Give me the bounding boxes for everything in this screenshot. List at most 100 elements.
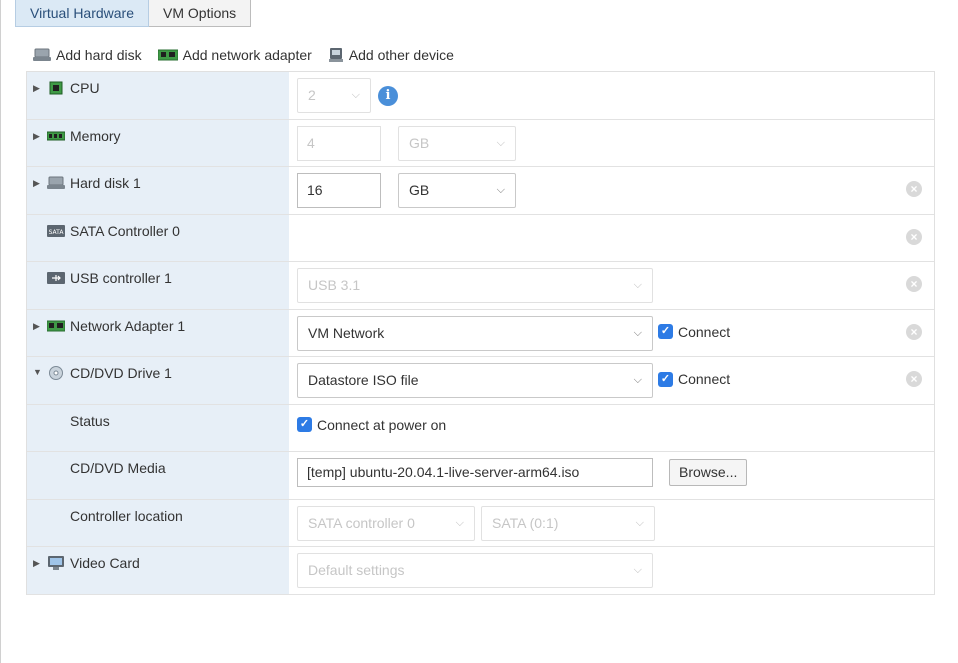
usb-label: USB controller 1 [70, 270, 172, 286]
usb-controller-row: USB controller 1 USB 3.1 ⌵ × [27, 262, 934, 310]
chevron-down-icon: ⌵ [633, 326, 642, 339]
remove-network-button[interactable]: × [906, 323, 922, 340]
memory-unit-select[interactable]: GB ⌵ [398, 125, 516, 161]
memory-row: ▶ Memory 4 GB ⌵ [27, 119, 934, 167]
connect-at-power-on-label: Connect at power on [317, 416, 447, 433]
cd-dvd-icon [49, 366, 63, 380]
controller-select-value: SATA controller 0 [308, 514, 415, 531]
media-label: CD/DVD Media [70, 460, 166, 476]
video-settings-value: Default settings [308, 562, 405, 578]
iso-path-input[interactable]: [temp] ubuntu-20.04.1-live-server-arm64.… [297, 458, 653, 487]
connect-at-power-on-checkbox[interactable]: ✓ Connect at power on [297, 417, 446, 433]
info-icon[interactable]: i [378, 86, 398, 106]
network-value-cell: VM Network ⌵ ✓ Connect × [289, 309, 934, 356]
sata-label: SATA Controller 0 [70, 222, 180, 239]
svg-text:SATA: SATA [49, 229, 65, 236]
media-value-cell: [temp] ubuntu-20.04.1-live-server-arm64.… [289, 452, 934, 499]
network-card-icon [157, 49, 178, 61]
cpu-row: ▶ CPU 2 ⌵ i [27, 72, 934, 120]
browse-button[interactable]: Browse... [669, 459, 748, 486]
network-card-icon [47, 320, 65, 331]
expand-caret-icon[interactable]: ▶ [33, 321, 40, 332]
chevron-down-icon: ⌵ [633, 279, 642, 291]
remove-cddvd-button[interactable]: × [906, 371, 922, 387]
hard-disk-icon [33, 48, 51, 61]
checkbox-checked-icon: ✓ [658, 324, 673, 339]
chevron-down-icon: ⌵ [496, 136, 505, 149]
usb-label-cell: USB controller 1 [27, 262, 289, 309]
media-label-cell: CD/DVD Media [27, 452, 289, 499]
cpu-label: CPU [70, 80, 100, 96]
usb-version-value: USB 3.1 [308, 277, 361, 293]
status-row: Status ✓ Connect at power on [27, 404, 934, 452]
memory-label-cell: ▶ Memory [27, 119, 289, 166]
hard-disk-unit-value: GB [409, 182, 430, 198]
remove-hard-disk-button[interactable]: × [906, 181, 922, 197]
sata-controller-row: SATA SATA Controller 0 × [27, 214, 934, 262]
hard-disk-row: ▶ Hard disk 1 16 GB ⌵ × [27, 167, 934, 215]
chevron-down-icon: ⌵ [633, 564, 642, 576]
controller-location-label: Controller location [70, 507, 183, 524]
expand-caret-icon[interactable]: ▶ [33, 178, 40, 189]
device-icon [328, 48, 343, 62]
checkbox-checked-icon: ✓ [297, 417, 312, 432]
usb-value-cell: USB 3.1 ⌵ × [289, 262, 934, 309]
expand-caret-icon[interactable]: ▶ [33, 83, 40, 94]
memory-input[interactable]: 4 [297, 125, 381, 161]
network-select[interactable]: VM Network ⌵ [297, 315, 653, 351]
memory-unit-value: GB [409, 134, 430, 151]
cddvd-label: CD/DVD Drive 1 [70, 365, 172, 381]
network-connect-checkbox[interactable]: ✓ Connect [658, 324, 730, 340]
checkbox-checked-icon: ✓ [658, 371, 673, 387]
cpu-select[interactable]: 2 ⌵ [297, 78, 371, 113]
memory-icon [47, 131, 65, 140]
cddvd-connect-checkbox[interactable]: ✓ Connect [658, 371, 730, 387]
hard-disk-label: Hard disk 1 [70, 175, 141, 191]
controller-slot-select[interactable]: SATA (0:1) ⌵ [481, 505, 655, 541]
controller-select[interactable]: SATA controller 0 ⌵ [297, 505, 475, 541]
video-value-cell: Default settings ⌵ [289, 547, 934, 594]
cpu-label-cell: ▶ CPU [27, 72, 289, 119]
add-other-device-label: Add other device [348, 47, 454, 63]
hard-disk-value-cell: 16 GB ⌵ × [289, 167, 934, 214]
cddvd-type-select[interactable]: Datastore ISO file ⌵ [297, 363, 653, 398]
chevron-down-icon: ⌵ [455, 516, 464, 529]
usb-version-select[interactable]: USB 3.1 ⌵ [297, 268, 653, 303]
controller-location-row: Controller location SATA controller 0 ⌵ … [27, 499, 934, 547]
add-network-adapter-button[interactable]: Add network adapter [157, 47, 312, 63]
usb-icon [47, 272, 65, 284]
hard-disk-size-input[interactable]: 16 [297, 173, 381, 208]
chevron-down-icon: ⌵ [496, 184, 505, 196]
video-settings-select[interactable]: Default settings ⌵ [297, 553, 653, 588]
tab-bar: Virtual Hardware VM Options [15, 0, 252, 28]
hard-disk-icon [47, 176, 65, 189]
collapse-caret-icon[interactable]: ▼ [33, 367, 42, 377]
network-label-cell: ▶ Network Adapter 1 [27, 309, 289, 356]
expand-caret-icon[interactable]: ▶ [33, 558, 40, 569]
cddvd-value-cell: Datastore ISO file ⌵ ✓ Connect × [289, 357, 934, 404]
sata-label-cell: SATA SATA Controller 0 [27, 214, 289, 261]
chevron-down-icon: ⌵ [351, 89, 360, 101]
tab-vm-options[interactable]: VM Options [149, 0, 252, 27]
tab-virtual-hardware[interactable]: Virtual Hardware [15, 0, 150, 27]
window-left-border [0, 0, 1, 663]
remove-sata-button[interactable]: × [906, 228, 922, 245]
network-select-value: VM Network [308, 324, 385, 341]
status-label-cell: Status [27, 404, 289, 451]
add-hard-disk-label: Add hard disk [56, 47, 142, 63]
cpu-value-cell: 2 ⌵ i [289, 72, 934, 119]
memory-label: Memory [70, 127, 121, 144]
video-label-cell: ▶ Video Card [27, 547, 289, 594]
hard-disk-unit-select[interactable]: GB ⌵ [398, 173, 516, 208]
chevron-down-icon: ⌵ [633, 374, 642, 386]
remove-usb-button[interactable]: × [906, 276, 922, 292]
sata-icon: SATA [47, 224, 65, 237]
add-hard-disk-button[interactable]: Add hard disk [33, 47, 142, 63]
add-other-device-button[interactable]: Add other device [328, 47, 454, 63]
video-card-row: ▶ Video Card Default settings ⌵ [27, 547, 934, 595]
cddvd-connect-label: Connect [678, 371, 731, 387]
network-connect-label: Connect [678, 323, 731, 340]
expand-caret-icon[interactable]: ▶ [33, 131, 40, 142]
controller-slot-value: SATA (0:1) [492, 514, 559, 531]
status-label: Status [70, 412, 110, 429]
